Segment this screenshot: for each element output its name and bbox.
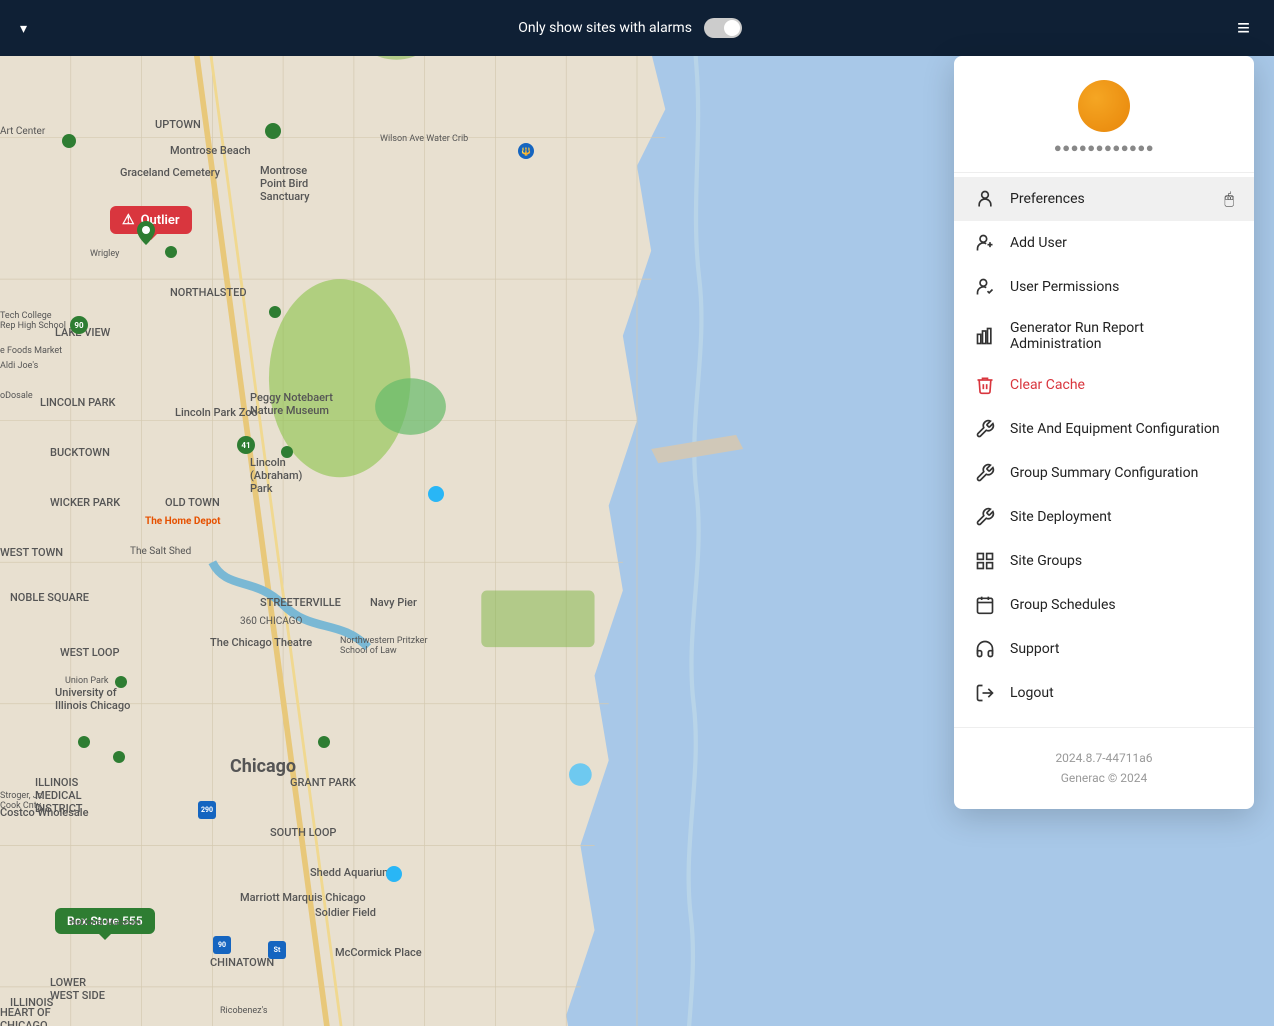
logout-icon	[974, 682, 996, 704]
360-chicago-label: 360 CHICAGO	[240, 616, 302, 627]
group-schedules-menu-item[interactable]: Group Schedules	[954, 583, 1254, 627]
menu-footer: 2024.8.7-44711a6 Generac © 2024	[954, 736, 1254, 793]
add-user-menu-item[interactable]: Add User	[954, 221, 1254, 265]
menu-items-list: Preferences 🖱 Add User User Permissions	[954, 173, 1254, 719]
add-user-label: Add User	[1010, 235, 1067, 251]
building-icon	[974, 550, 996, 572]
generator-report-label: Generator Run Report Administration	[1010, 320, 1234, 352]
green-dot-4	[115, 676, 127, 688]
headset-icon	[974, 638, 996, 660]
menu-divider	[954, 727, 1254, 728]
wrench2-icon	[974, 462, 996, 484]
alarms-toggle[interactable]	[704, 18, 742, 38]
green-dot-9	[62, 134, 76, 148]
highway-90b: 90	[213, 936, 231, 954]
highway-loop: 90	[70, 316, 88, 334]
wilson-ave-label: Wilson Ave Water Crib	[380, 134, 468, 144]
user-email: ●●●●●●●●●●●●	[1054, 140, 1154, 156]
location-pin	[137, 221, 155, 249]
water-icon-3	[386, 866, 402, 882]
green-dot-5	[78, 736, 90, 748]
northwestern-label: Northwestern PritzkerSchool of Law	[340, 636, 428, 656]
group-summary-config-label: Group Summary Configuration	[1010, 465, 1198, 481]
national-museum-label: National Museum	[70, 918, 141, 928]
water-icon-2	[428, 486, 444, 502]
clear-cache-menu-item[interactable]: Clear Cache	[954, 363, 1254, 407]
copyright-text: Generac © 2024	[970, 768, 1238, 788]
person-check-icon	[974, 276, 996, 298]
green-dot-2	[269, 306, 281, 318]
user-header: ●●●●●●●●●●●●	[954, 56, 1254, 173]
wrench3-icon	[974, 506, 996, 528]
top-navigation: ▾ Only show sites with alarms ≡	[0, 0, 1274, 56]
group-summary-config-menu-item[interactable]: Group Summary Configuration	[954, 451, 1254, 495]
art-center-label: Art Center	[0, 126, 45, 137]
support-menu-item[interactable]: Support	[954, 627, 1254, 671]
highway-290: 290	[198, 801, 216, 819]
ricobenez-label: Ricobenez's	[220, 1006, 267, 1016]
dosale-label: oDosale	[0, 391, 33, 401]
toggle-label: Only show sites with alarms	[518, 20, 692, 36]
generator-report-menu-item[interactable]: Generator Run Report Administration	[954, 309, 1254, 363]
water-icon-1: 🔱	[518, 143, 534, 159]
preferences-menu-item[interactable]: Preferences 🖱	[954, 177, 1254, 221]
truman-label: Tech CollegeRep High School	[0, 311, 66, 331]
bar-chart-icon	[974, 325, 996, 347]
user-permissions-label: User Permissions	[1010, 279, 1119, 295]
logout-menu-item[interactable]: Logout	[954, 671, 1254, 715]
trash-icon	[974, 374, 996, 396]
cursor-icon: 🖱	[1224, 189, 1234, 209]
union-park-label: Union Park	[65, 676, 108, 686]
logout-label: Logout	[1010, 685, 1054, 701]
group-schedules-label: Group Schedules	[1010, 597, 1116, 613]
highway-state: St	[268, 941, 286, 959]
user-dropdown-menu: ●●●●●●●●●●●● Preferences 🖱 Add User	[954, 56, 1254, 809]
person-icon	[974, 188, 996, 210]
site-dropdown[interactable]: ▾	[20, 20, 27, 37]
clear-cache-label: Clear Cache	[1010, 377, 1085, 393]
stroger-label: Stroger, Jr.Cook Cnty.	[0, 791, 43, 811]
chevron-down-icon: ▾	[20, 20, 27, 37]
site-deployment-menu-item[interactable]: Site Deployment	[954, 495, 1254, 539]
highway-41: 41	[237, 436, 255, 454]
hamburger-button[interactable]: ≡	[1233, 11, 1254, 45]
home-depot-label: The Home Depot	[145, 516, 221, 527]
support-label: Support	[1010, 641, 1059, 657]
nav-left: ▾	[20, 20, 27, 37]
hamburger-icon: ≡	[1237, 15, 1250, 40]
site-groups-label: Site Groups	[1010, 553, 1082, 569]
calendar-icon	[974, 594, 996, 616]
aldi-label: Aldi Joe's	[0, 361, 38, 371]
person-add-icon	[974, 232, 996, 254]
site-deployment-label: Site Deployment	[1010, 509, 1112, 525]
preferences-label: Preferences	[1010, 191, 1085, 207]
avatar	[1078, 80, 1130, 132]
green-dot-1	[165, 246, 177, 258]
salt-shed-label: The Salt Shed	[130, 546, 191, 557]
version-text: 2024.8.7-44711a6	[970, 748, 1238, 768]
wrench-icon	[974, 418, 996, 440]
green-dot-7	[318, 736, 330, 748]
wrigley-label: Wrigley	[90, 249, 119, 259]
site-equipment-config-label: Site And Equipment Configuration	[1010, 421, 1220, 437]
user-permissions-menu-item[interactable]: User Permissions	[954, 265, 1254, 309]
site-groups-menu-item[interactable]: Site Groups	[954, 539, 1254, 583]
site-equipment-config-menu-item[interactable]: Site And Equipment Configuration	[954, 407, 1254, 451]
green-dot-6	[113, 751, 125, 763]
whole-foods-label: e Foods Market	[0, 346, 62, 356]
green-dot-8	[265, 123, 281, 139]
nav-center: Only show sites with alarms	[518, 18, 742, 38]
green-dot-3	[281, 446, 293, 458]
